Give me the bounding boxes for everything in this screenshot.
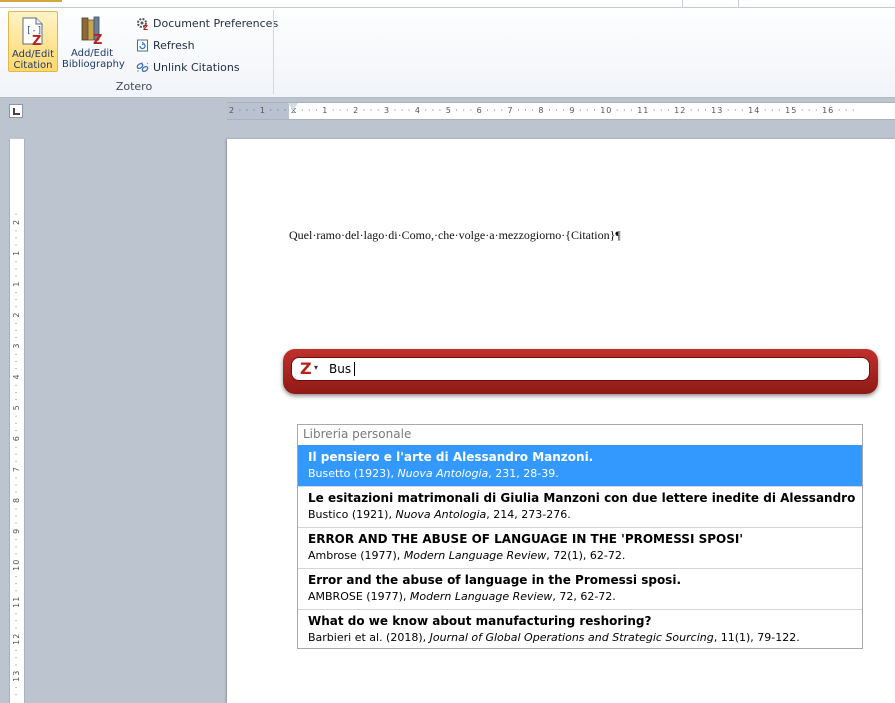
tab-separator [682,0,683,8]
result-meta: Ambrose (1977), Modern Language Review, … [308,549,626,562]
tab-separator [738,0,739,8]
ribbon: [-] Z Add/Edit Citation Z Add/Edit Bibli… [0,0,895,98]
horizontal-ruler-scale: 2 · · · 1 · · · ⧖ · · · 1 · · · 2 · · · … [229,106,856,115]
add-edit-bibliography-icon: Z [81,16,102,45]
ribbon-group-separator [273,10,274,94]
result-item[interactable]: Il pensiero e l'arte di Alessandro Manzo… [298,445,862,486]
result-title: ERROR AND THE ABUSE OF LANGUAGE IN THE '… [308,532,743,546]
svg-text:Z: Z [143,24,148,30]
vertical-ruler[interactable]: · · 13 · · · 12 · · · 11 · · · 10 · · · … [9,139,25,703]
add-edit-citation-label-2: Citation [13,60,53,71]
refresh-icon [137,39,148,52]
vertical-ruler-scale: · · 13 · · · 12 · · · 11 · · · 10 · · · … [12,211,21,696]
add-edit-citation-label-1: Add/Edit [11,49,55,60]
unlink-citations-label: Unlink Citations [153,61,240,74]
ribbon-tab-strip [0,0,895,6]
result-title: Il pensiero e l'arte di Alessandro Manzo… [308,450,594,464]
result-title: What do we know about manufacturing resh… [308,614,652,628]
svg-text:Z: Z [32,34,41,46]
svg-text:Z: Z [93,33,102,45]
ribbon-divider [0,7,895,8]
result-item[interactable]: ERROR AND THE ABUSE OF LANGUAGE IN THE '… [298,527,862,568]
horizontal-ruler[interactable]: 2 · · · 1 · · · ⧖ · · · 1 · · · 2 · · · … [227,102,895,120]
result-title: Error and the abuse of language in the P… [308,573,681,587]
results-library-header: Libreria personale [303,427,412,441]
result-meta: Bustico (1921), Nuova Antologia, 214, 27… [308,508,571,521]
zotero-z-icon[interactable]: Z [300,360,312,378]
result-title: Le esitazioni matrimonali di Giulia Manz… [308,491,856,505]
add-edit-bibliography-label-1: Add/Edit [70,48,114,59]
document-preferences-icon: Z [137,18,148,30]
zotero-quick-format-bar: Z ▾ Bus [283,349,878,394]
document-preferences-label: Document Preferences [153,17,279,30]
result-item[interactable]: Le esitazioni matrimonali di Giulia Manz… [298,486,862,527]
add-edit-bibliography-label-2: Bibliography [62,59,125,70]
ribbon-group-label: Zotero [115,80,153,93]
citation-results-list: Libreria personale Il pensiero e l'arte … [297,424,863,649]
add-edit-citation-icon: [-] Z [22,17,43,46]
result-meta: AMBROSE (1977), Modern Language Review, … [308,590,616,603]
add-edit-bibliography-button[interactable]: Z Add/Edit Bibliography [62,11,125,72]
result-meta: Barbieri et al. (2018), Journal of Globa… [308,631,800,644]
citation-search-text[interactable]: Bus [329,361,351,377]
unlink-citations-icon [136,62,149,73]
active-tab-indicator [0,0,62,2]
result-meta: Busetto (1923), Nuova Antologia, 231, 28… [308,467,559,480]
result-item[interactable]: Error and the abuse of language in the P… [298,568,862,609]
add-edit-citation-button[interactable]: [-] Z Add/Edit Citation [8,11,58,72]
refresh-label: Refresh [153,39,195,52]
indent-marker[interactable] [288,103,298,110]
result-item[interactable]: What do we know about manufacturing resh… [298,609,862,650]
text-caret [354,362,355,376]
tab-selector-button[interactable] [9,104,23,118]
chevron-down-icon[interactable]: ▾ [314,360,318,376]
document-paragraph[interactable]: Quel·ramo·del·lago·di·Como,·che·volge·a·… [289,228,621,243]
citation-search-input[interactable]: Z ▾ Bus [291,357,870,381]
